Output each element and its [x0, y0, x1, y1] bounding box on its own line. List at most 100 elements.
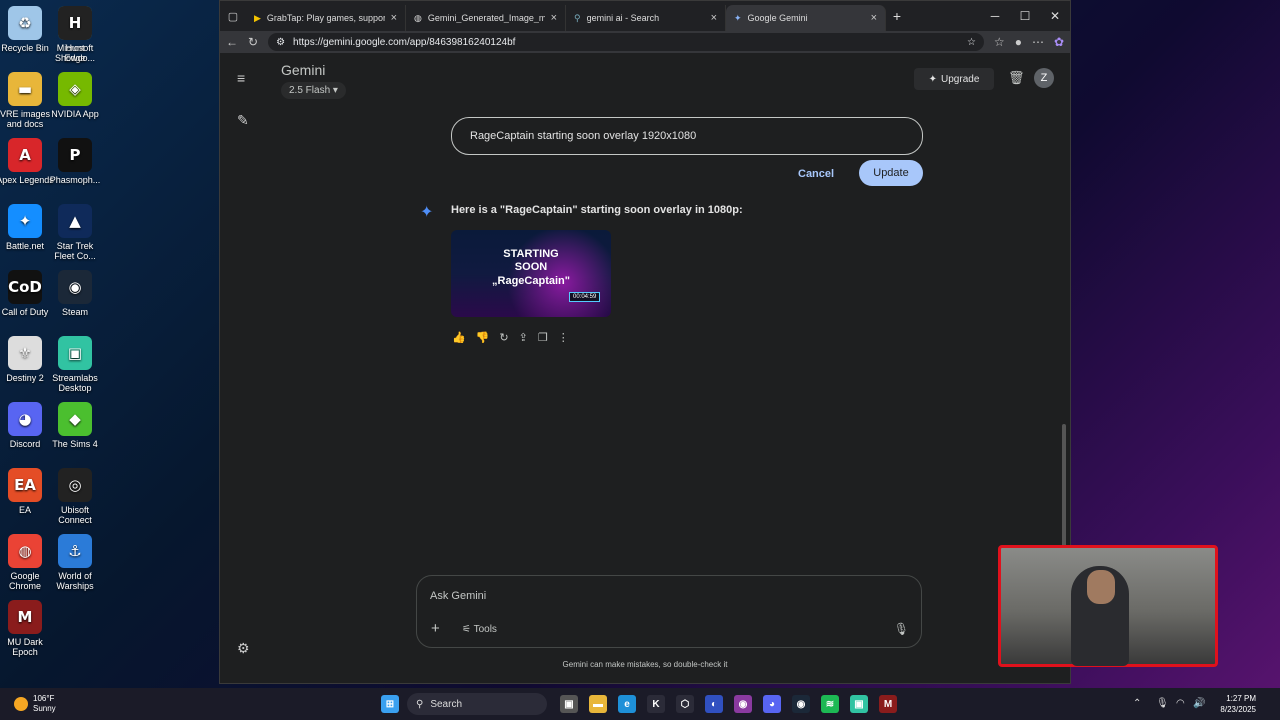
kodi-icon[interactable]: K [647, 695, 665, 713]
start-button[interactable]: ⊞ [381, 695, 399, 713]
minimize-button[interactable]: ─ [980, 1, 1010, 31]
app-icon: ◈ [58, 72, 92, 106]
spotify-icon[interactable]: ≋ [821, 695, 839, 713]
desktop-icon[interactable]: M MU Dark Epoch [0, 600, 54, 657]
desktop-icon-label: World of Warships [56, 571, 94, 591]
search-icon: ⚲ [416, 698, 424, 710]
close-tab-icon[interactable]: × [391, 12, 397, 24]
tab-gemini-image[interactable]: ◍Gemini_Generated_Image_m407l× [406, 5, 566, 31]
discord-icon[interactable]: ◕ [763, 695, 781, 713]
upgrade-button[interactable]: ✦ Upgrade [914, 68, 994, 90]
wifi-icon[interactable]: ◠ [1176, 698, 1185, 709]
microphone-tray-icon[interactable]: 🎙 [1156, 698, 1169, 709]
desktop-icon-label: Streamlabs Desktop [52, 373, 98, 393]
thumb-timer: 00:04:59 [569, 292, 601, 302]
desktop-icon-label: NVIDIA App [51, 109, 99, 119]
webcam-face [1087, 570, 1115, 604]
close-tab-icon[interactable]: × [711, 12, 717, 24]
site-info-icon[interactable]: ⚙ [276, 37, 285, 48]
clock[interactable]: 1:27 PM 8/23/2025 [1212, 693, 1256, 715]
close-tab-icon[interactable]: × [551, 12, 557, 24]
tab-google-gemini[interactable]: ✦ Google Gemini × [726, 5, 886, 31]
response-actions: 👍 👎 ↻ ⇪ ❐ ⋮ [452, 331, 569, 344]
response-text: Here is a "RageCaptain" starting soon ov… [451, 204, 743, 216]
app-icon: ⚓ [58, 534, 92, 568]
desktop-icon[interactable]: ⚓ World of Warships [46, 534, 104, 591]
streamlabs-icon[interactable]: ▣ [850, 695, 868, 713]
back-icon[interactable]: ← [226, 35, 238, 49]
app-icon: ◉ [58, 270, 92, 304]
url-text: https://gemini.google.com/app/8463981624… [293, 36, 516, 48]
more-options-icon[interactable]: ⋮ [558, 331, 569, 344]
tab-grabtap[interactable]: ▶GrabTap: Play games, support yo× [246, 5, 406, 31]
model-selector[interactable]: 2.5 Flash ▾ [281, 82, 346, 99]
copy-icon[interactable]: ❐ [538, 331, 548, 344]
new-tab-button[interactable]: + [886, 8, 908, 24]
app-icon: ♻ [8, 6, 42, 40]
maximize-button[interactable]: ☐ [1010, 1, 1040, 31]
task-view-icon[interactable]: ▣ [560, 695, 578, 713]
browser-window: ▢ ▶GrabTap: Play games, support yo× ◍Gem… [219, 0, 1071, 684]
tab-actions-icon[interactable]: ▢ [220, 10, 246, 23]
address-bar[interactable]: ⚙ https://gemini.google.com/app/84639816… [268, 33, 984, 51]
tools-button[interactable]: ⚟ Tools [462, 624, 497, 635]
taskbar-search[interactable]: ⚲ Search [407, 693, 547, 715]
thumbs-down-icon[interactable]: 👎 [476, 331, 490, 344]
regenerate-icon[interactable]: ↻ [499, 331, 508, 344]
desktop-icon[interactable]: P Phasmoph... [46, 138, 104, 185]
tools-icon: ⚟ [462, 624, 471, 635]
address-bar-row: ← ↻ ⚙ https://gemini.google.com/app/8463… [220, 31, 1070, 53]
desktop-icon[interactable]: ▣ Streamlabs Desktop [46, 336, 104, 393]
delete-chat-icon[interactable]: 🗑 [1008, 70, 1025, 86]
thumbs-up-icon[interactable]: 👍 [452, 331, 466, 344]
close-tab-icon[interactable]: × [871, 12, 877, 24]
edit-prompt-field[interactable]: RageCaptain starting soon overlay 1920x1… [451, 117, 923, 155]
more-menu-icon[interactable]: ⋯ [1032, 35, 1044, 49]
desktop-icon[interactable]: H Hunt Showdo... [46, 6, 104, 63]
edge-icon[interactable]: e [618, 695, 636, 713]
favorite-star-icon[interactable]: ☆ [967, 37, 976, 48]
desktop-icon[interactable]: ◉ Steam [46, 270, 104, 317]
desktop-icon[interactable]: ◎ Ubisoft Connect [46, 468, 104, 525]
profile-icon[interactable]: ● [1015, 35, 1022, 49]
avatar[interactable]: Z [1034, 68, 1054, 88]
extensions-icon[interactable]: ☆ [994, 35, 1005, 49]
close-window-button[interactable]: ✕ [1040, 1, 1070, 31]
microphone-icon[interactable]: 🎙 [894, 622, 909, 636]
alienware-icon[interactable]: ⬡ [676, 695, 694, 713]
desktop-icon[interactable]: ▲ Star Trek Fleet Co... [46, 204, 104, 261]
generated-image[interactable]: STARTING SOON „RageCaptain" 00:04:59 [451, 230, 611, 317]
app-icon[interactable]: ◐ [705, 695, 723, 713]
thumb-line2: SOON [514, 261, 548, 273]
add-icon[interactable]: + [431, 620, 440, 637]
desktop-icon-label: The Sims 4 [52, 439, 98, 449]
chevron-down-icon: ▾ [332, 85, 338, 96]
prompt-box[interactable]: Ask Gemini + ⚟ Tools 🎙 [416, 575, 922, 648]
desktop-icon-label: MU Dark Epoch [7, 637, 43, 657]
menu-icon[interactable]: ≡ [237, 70, 245, 86]
camera-app-icon[interactable]: ◉ [734, 695, 752, 713]
steam-icon[interactable]: ◉ [792, 695, 810, 713]
desktop-icon-label: Star Trek Fleet Co... [54, 241, 96, 261]
app-icon: ◎ [58, 468, 92, 502]
tab-search[interactable]: ⚲ gemini ai - Search × [566, 5, 726, 31]
share-icon[interactable]: ⇪ [519, 331, 528, 344]
new-chat-icon[interactable]: ✎ [237, 112, 249, 129]
game-icon[interactable]: M [879, 695, 897, 713]
volume-icon[interactable]: 🔊 [1193, 698, 1205, 709]
desktop-icon[interactable]: ◆ The Sims 4 [46, 402, 104, 449]
cancel-button[interactable]: Cancel [798, 168, 834, 180]
refresh-icon[interactable]: ↻ [248, 35, 258, 49]
taskbar: 106°F Sunny ⊞ ⚲ Search ▣ ▬ e K ⬡ ◐ ◉ ◕ ◉ ≋… [0, 688, 1280, 720]
tab-bar: ▢ ▶GrabTap: Play games, support yo× ◍Gem… [220, 1, 1070, 31]
update-button[interactable]: Update [859, 160, 923, 186]
desktop-icon[interactable]: ◈ NVIDIA App [46, 72, 104, 119]
copilot-icon[interactable]: ✿ [1054, 35, 1064, 49]
file-explorer-icon[interactable]: ▬ [589, 695, 607, 713]
spark-icon: ✦ [928, 73, 938, 85]
disclaimer: Gemini can make mistakes, so double-chec… [562, 660, 728, 669]
weather-widget[interactable]: 106°F Sunny [14, 694, 56, 714]
chevron-up-icon[interactable]: ⌃ [1133, 698, 1141, 709]
settings-gear-icon[interactable]: ⚙ [237, 640, 250, 657]
prompt-input[interactable]: Ask Gemini [430, 590, 486, 602]
